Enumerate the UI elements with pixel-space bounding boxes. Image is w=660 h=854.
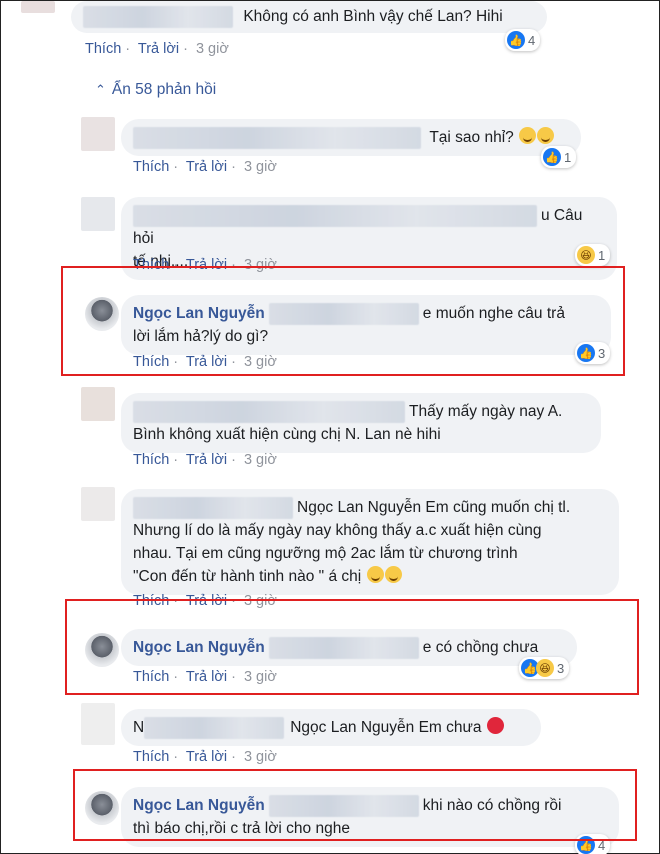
chevron-up-icon: ⌃ [95,82,106,97]
blurred-name [144,716,285,739]
avatar[interactable] [81,197,115,231]
smile-emoji-icon [519,127,537,144]
comment-actions: Thích · Trả lời · 3 giờ [85,41,229,57]
comment-bubble: Thấy mấy ngày nay A. Bình không xuất hiệ… [121,393,601,453]
comment-text: Ngọc Lan Nguyễn Em chưa [290,719,482,736]
like-button[interactable]: Thích [85,41,121,57]
smile-emoji-icon [537,127,555,144]
reply-button[interactable]: Trả lời [138,41,179,57]
blurred-name [133,204,537,227]
timestamp[interactable]: 3 giờ [196,41,229,57]
comment-text-line: Nhưng lí do là mấy ngày nay không thấy a… [133,522,542,539]
reaction-count[interactable]: 👍 1 [541,146,577,168]
comment-text-line: Bình không xuất hiện cùng chị N. Lan nè … [133,426,441,443]
comment-actions: Thích · Trả lời · 3 giờ [133,749,277,765]
reply-button[interactable]: Trả lời [186,749,227,765]
highlight-box [73,769,637,841]
highlight-box [65,599,639,695]
reaction-count[interactable]: 👍 4 [505,29,541,51]
like-button[interactable]: Thích [133,159,169,175]
blurred-name [133,496,293,519]
blurred-name [83,5,233,28]
avatar[interactable] [81,703,115,745]
comment-text-line: Thấy mấy ngày nay A. [409,403,563,420]
author-name[interactable]: N [133,719,144,736]
comment-bubble: N Ngọc Lan Nguyễn Em chưa [121,709,541,746]
like-icon: 👍 [507,31,525,49]
like-button[interactable]: Thích [133,452,169,468]
timestamp[interactable]: 3 giờ [244,452,277,468]
no-entry-emoji-icon [486,717,504,734]
comment-actions: Thích · Trả lời · 3 giờ [133,452,277,468]
avatar[interactable] [21,1,55,13]
haha-icon: 😆 [577,246,595,264]
highlight-box [61,266,625,376]
like-icon: 👍 [543,148,561,166]
reply-button[interactable]: Trả lời [186,452,227,468]
avatar[interactable] [81,487,115,521]
timestamp[interactable]: 3 giờ [244,159,277,175]
smile-emoji-icon [384,566,402,583]
blurred-name [133,400,405,423]
comment-text: Không có anh Bình vậy chế Lan? Hihi [243,8,503,25]
avatar[interactable] [81,387,115,421]
reply-button[interactable]: Trả lời [186,159,227,175]
avatar[interactable] [81,117,115,151]
comment-text: Tại sao nhỉ? [429,129,514,146]
comment-text-line: Ngọc Lan Nguyễn Em cũng muốn chị tl. [297,499,571,516]
comment-text-line: "Con đến từ hành tinh nào " á chị [133,568,362,585]
comment-text-line: nhau. Tại em cũng ngưỡng mộ 2ac lắm từ c… [133,545,518,562]
smile-emoji-icon [366,566,384,583]
comment-bubble: Tại sao nhỉ? [121,119,581,156]
like-button[interactable]: Thích [133,749,169,765]
reaction-count[interactable]: 😆 1 [575,244,611,266]
hide-replies-link[interactable]: ⌃ Ẩn 58 phản hồi [95,81,216,99]
comment-bubble: Ngọc Lan Nguyễn Em cũng muốn chị tl. Như… [121,489,619,595]
comment-bubble: Không có anh Bình vậy chế Lan? Hihi [71,1,547,33]
timestamp[interactable]: 3 giờ [244,749,277,765]
comment-actions: Thích · Trả lời · 3 giờ [133,159,277,175]
blurred-name [133,126,421,149]
